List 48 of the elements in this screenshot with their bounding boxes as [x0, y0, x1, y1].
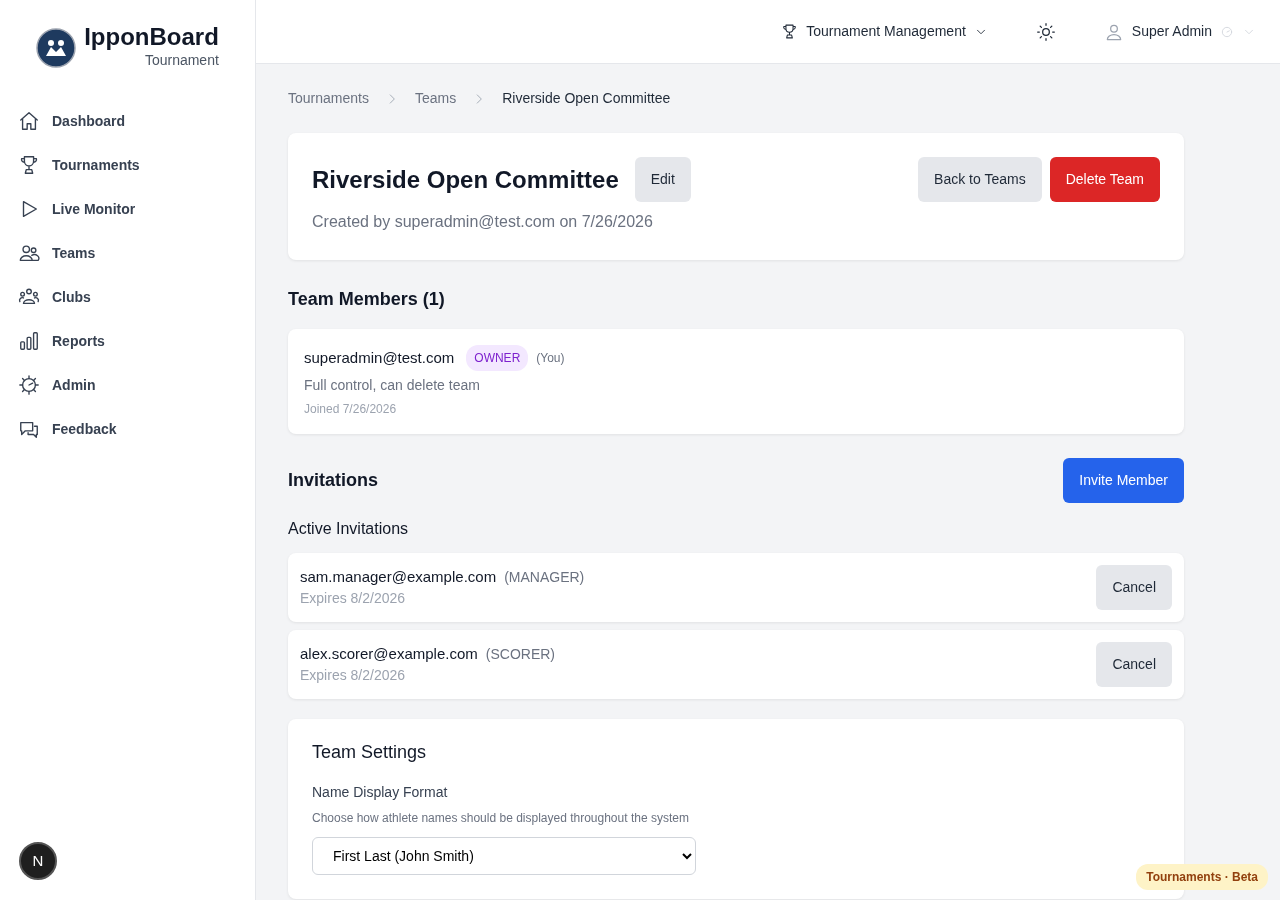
app-title: IpponBoard	[84, 24, 219, 51]
logo-icon	[36, 27, 77, 68]
sun-icon[interactable]	[1035, 21, 1056, 42]
created-text: Created by superadmin@test.com on 7/26/2026	[312, 212, 654, 232]
sidebar-item[interactable]: Admin	[0, 363, 255, 408]
breadcrumb-link[interactable]: Tournaments	[288, 88, 369, 109]
house-icon	[18, 110, 40, 133]
delete-button[interactable]: Delete Team	[1049, 157, 1160, 202]
app-subtitle: Tournament	[144, 51, 219, 71]
section-title: Invitations	[288, 469, 378, 492]
sidebar-item[interactable]: Live Monitor	[0, 187, 255, 232]
beta-badge: Tournaments · Beta	[1136, 864, 1268, 890]
expiry-date: Expires 8/2/2026	[300, 666, 407, 686]
user-menu[interactable]: Super Admin	[1103, 21, 1256, 42]
role-description: Full control, can delete team	[304, 376, 481, 395]
cancel-button[interactable]: Cancel	[1096, 565, 1172, 610]
member-email: superadmin@test.com	[304, 347, 455, 368]
sidebar-item[interactable]: Clubs	[0, 275, 255, 320]
invitation-email: alex.scorer@example.com	[300, 643, 478, 664]
role-badge: OWNER	[466, 345, 529, 371]
sidebar-item[interactable]: Teams	[0, 231, 255, 276]
select-field[interactable]: First Last (John Smith)	[312, 837, 696, 875]
edit-button[interactable]: Edit	[634, 157, 691, 202]
breadcrumb-current: Riverside Open Committee	[502, 89, 671, 108]
section-title: Team Members (1)	[288, 288, 446, 311]
joined-date: Joined 7/26/2026	[304, 401, 398, 418]
invite-button[interactable]: Invite Member	[1063, 458, 1184, 503]
subsection-title: Active Invitations	[288, 519, 410, 539]
back-button[interactable]: Back to Teams	[918, 157, 1042, 202]
section-title: Team Settings	[312, 741, 428, 764]
sidebar-item[interactable]: Reports	[0, 319, 255, 364]
expiry-date: Expires 8/2/2026	[300, 589, 407, 609]
field-label: Name Display Format	[312, 783, 449, 802]
help-text: Choose how athlete names should be displayed throughout the system	[312, 810, 690, 827]
bar-chart-icon	[18, 330, 40, 353]
trophy-icon	[781, 23, 799, 40]
sidebar-item[interactable]: Dashboard	[0, 99, 255, 144]
trophy-icon	[18, 154, 40, 177]
sidebar-item[interactable]: Feedback	[0, 407, 255, 452]
breadcrumb-link[interactable]: Teams	[414, 88, 457, 109]
invitation-role: (MANAGER)	[504, 567, 585, 587]
cancel-button[interactable]: Cancel	[1096, 642, 1172, 687]
team-name: Riverside Open Committee	[312, 164, 619, 195]
invitation-role: (SCORER)	[485, 644, 556, 664]
invitation-email: sam.manager@example.com	[300, 566, 497, 587]
sidebar-item[interactable]: Tournaments	[0, 143, 255, 188]
menu-dropdown[interactable]: Tournament Management	[781, 21, 988, 42]
you-label: (You)	[536, 350, 565, 367]
